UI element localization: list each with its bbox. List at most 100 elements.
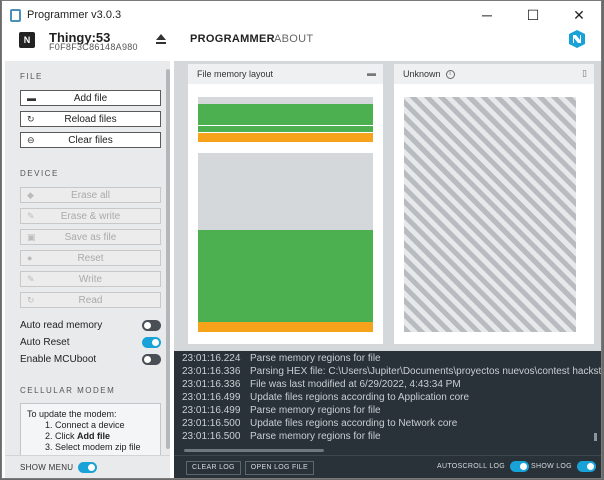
memory-region-empty [198, 153, 373, 230]
log-line: 23:01:16.500 Parse memory regions for fil… [182, 431, 381, 442]
show-menu-toggle[interactable] [78, 462, 98, 473]
close-icon: ✕ [573, 6, 585, 23]
sidebar-scrollbar[interactable] [166, 69, 170, 449]
maximize-button[interactable]: ☐ [510, 1, 556, 29]
tab-programmer[interactable]: PROGRAMMER [190, 33, 275, 45]
write-button[interactable]: ✎ Write [20, 271, 161, 287]
log-line: 23:01:16.499 Parse memory regions for fil… [182, 405, 381, 416]
autoscroll-toggle[interactable] [510, 461, 529, 472]
auto-read-memory-label: Auto read memory [20, 320, 103, 331]
maximize-icon: ☐ [526, 6, 540, 23]
log-panel: 23:01:16.224 Parse memory regions for fil… [174, 351, 601, 455]
auto-reset-label: Auto Reset [20, 337, 70, 348]
toggle-row-auto-reset: Auto Reset [20, 336, 161, 349]
autoscroll-group: AUTOSCROLL LOG [437, 461, 529, 472]
modem-intro: To update the modem: [27, 409, 117, 419]
show-menu-label: SHOW MENU [20, 463, 74, 472]
device-memory-card-title: Unknown [403, 69, 441, 79]
window-title: Programmer v3.0.3 [27, 9, 122, 21]
show-log-label: SHOW LOG [531, 463, 572, 470]
reload-files-label: Reload files [64, 113, 117, 125]
auto-reset-toggle[interactable] [142, 337, 161, 348]
memory-region-boot[interactable] [198, 322, 373, 332]
reset-button[interactable]: ● Reset [20, 250, 161, 266]
reload-files-button[interactable]: ↻ Reload files [20, 111, 161, 127]
read-button[interactable]: ↻ Read [20, 292, 161, 308]
memory-region-boot[interactable] [198, 133, 373, 142]
folder-icon[interactable]: ▬ [367, 68, 376, 78]
reset-label: Reset [77, 252, 104, 264]
modem-step-1: 1. Connect a device [45, 420, 125, 430]
minimize-icon: ─ [482, 7, 492, 23]
save-as-file-button[interactable]: ▣ Save as file [20, 229, 161, 245]
eject-icon[interactable] [155, 33, 167, 45]
log-toolbar: CLEAR LOG OPEN LOG FILE AUTOSCROLL LOG S… [174, 455, 601, 478]
app-window: Programmer v3.0.3 ─ ☐ ✕ N Thingy:53 F0F8… [1, 0, 602, 479]
section-label-file: FILE [20, 72, 43, 81]
memory-layout-area: File memory layout ▬ Unknown i ▯ [174, 61, 601, 351]
log-line: 23:01:16.499 Update files regions accordi… [182, 392, 470, 403]
clear-log-button[interactable]: CLEAR LOG [186, 460, 241, 475]
clear-files-label: Clear files [68, 134, 113, 146]
unknown-memory-pattern [404, 97, 576, 332]
memory-region-empty [198, 97, 373, 104]
minus-circle-icon: ⊖ [27, 134, 35, 145]
chip-icon: ▯ [582, 68, 587, 78]
log-vertical-scrollbar[interactable] [594, 433, 597, 441]
app-icon [10, 8, 21, 22]
erase-all-label: Erase all [71, 189, 110, 201]
close-button[interactable]: ✕ [556, 1, 601, 29]
memory-region-application[interactable] [198, 126, 373, 132]
file-memory-card-title: File memory layout [197, 69, 274, 79]
reload-icon: ↻ [27, 113, 35, 124]
toggle-row-enable-mcuboot: Enable MCUboot [20, 353, 161, 366]
show-log-toggle[interactable] [576, 461, 596, 472]
toggle-row-auto-read-memory: Auto read memory [20, 319, 161, 332]
memory-region-application[interactable] [198, 104, 373, 125]
record-icon: ● [27, 253, 33, 263]
modem-step-2: 2. Click Add file [45, 431, 111, 441]
device-memory-card: Unknown i ▯ [394, 64, 594, 344]
title-bar: Programmer v3.0.3 ─ ☐ ✕ [2, 1, 601, 29]
file-memory-card-header: File memory layout ▬ [188, 64, 383, 84]
open-log-file-button[interactable]: OPEN LOG FILE [244, 460, 314, 475]
folder-open-icon: ▬ [27, 93, 36, 103]
log-line: 23:01:16.500 Update files regions accordi… [182, 418, 458, 429]
log-line: 23:01:16.224 Parse memory regions for fil… [182, 353, 381, 364]
add-file-button[interactable]: ▬ Add file [20, 90, 161, 106]
enable-mcuboot-toggle[interactable] [142, 354, 161, 365]
auto-read-memory-toggle[interactable] [142, 320, 161, 331]
erase-all-button[interactable]: ◆ Erase all [20, 187, 161, 203]
eraser-icon: ◆ [27, 189, 34, 200]
device-memory-card-header: Unknown i ▯ [394, 64, 594, 84]
nordic-logo-icon [569, 30, 585, 48]
log-line: 23:01:16.336 Parsing HEX file: C:\Users\J… [182, 366, 601, 377]
erase-write-button[interactable]: ✎ Erase & write [20, 208, 161, 224]
save-as-file-label: Save as file [64, 231, 117, 243]
info-icon[interactable]: i [445, 69, 455, 79]
pencil-icon: ✎ [27, 210, 35, 221]
show-log-group: SHOW LOG [531, 461, 596, 472]
clear-files-button[interactable]: ⊖ Clear files [20, 132, 161, 148]
device-chip-icon: N [19, 32, 35, 48]
file-memory-map [198, 97, 373, 332]
minimize-button[interactable]: ─ [464, 1, 510, 29]
file-memory-card: File memory layout ▬ [188, 64, 383, 344]
modem-instructions: To update the modem: 1. Connect a device… [20, 403, 161, 455]
sidebar: FILE ▬ Add file ↻ Reload files ⊖ Clear f… [5, 61, 170, 455]
enable-mcuboot-label: Enable MCUboot [20, 354, 97, 365]
read-label: Read [78, 294, 103, 306]
log-line: 23:01:16.336 File was last modified at 6/… [182, 379, 461, 390]
section-label-cellular-modem: CELLULAR MODEM [20, 386, 116, 395]
modem-step-3: 3. Select modem zip file [45, 442, 141, 452]
sidebar-footer: SHOW MENU [5, 455, 170, 478]
app-header: N Thingy:53 F0F8F3C86148A980 PROGRAMMER … [2, 29, 601, 61]
log-horizontal-scrollbar[interactable] [184, 449, 324, 452]
floppy-icon: ▣ [27, 231, 36, 242]
reload-icon: ↻ [27, 294, 35, 305]
memory-region-network[interactable] [198, 230, 373, 322]
section-label-device: DEVICE [20, 169, 59, 178]
add-file-label: Add file [73, 92, 108, 104]
tab-about[interactable]: ABOUT [274, 33, 313, 45]
autoscroll-label: AUTOSCROLL LOG [437, 463, 505, 470]
